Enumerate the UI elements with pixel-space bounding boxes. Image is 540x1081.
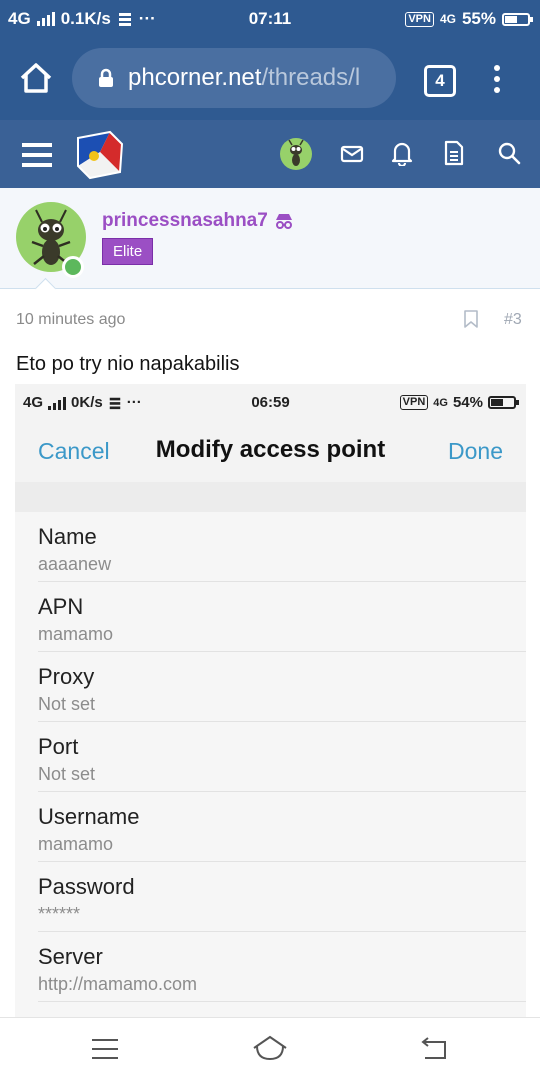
incognito-icon [275,214,292,229]
list-item: Port Not set [38,722,526,792]
screenshot-network-right: 4G [433,396,448,409]
menu-dots-icon[interactable] [490,64,504,94]
list-item: Password ****** [38,862,526,932]
browser-toolbar: phcorner.net/threads/l 4 [0,36,540,120]
username[interactable]: princessnasahna7 [102,210,268,232]
section-gap [15,482,526,512]
search-icon[interactable] [497,141,521,165]
user-title-badge: Elite [102,238,154,265]
lock-icon [99,68,113,87]
attached-screenshot[interactable]: 4G 0K/s ··· 06:59 VPN 4G 54% Modify acce… [15,384,526,1024]
apn-fields-list: Name aaaanew APN mamamo Proxy Not set Port N… [15,512,526,1024]
screenshot-battery-percent: 54% [452,394,483,411]
field-label: Server [38,944,103,969]
hamburger-icon[interactable] [22,142,52,168]
list-item: Proxy Not set [38,652,526,722]
screenshot-status-bar: 4G 0K/s ··· 06:59 VPN 4G 54% [15,384,526,420]
post-author[interactable]: princessnasahna7 [102,210,294,232]
post-message: Eto po try nio napakabilis [16,353,240,375]
field-label: Name [38,524,97,549]
ant-icon [288,139,304,166]
bookmark-icon[interactable] [464,310,478,328]
field-value: http://mamamo.com [38,974,198,994]
post-time[interactable]: 10 minutes ago [16,311,125,329]
site-navbar [0,120,540,188]
user-avatar[interactable] [280,138,312,170]
field-label: Port [38,734,79,759]
site-logo[interactable] [74,128,126,182]
url-text: phcorner.net/threads/l [128,64,360,92]
screenshot-battery-icon [488,396,519,409]
list-item: Name aaaanew [38,512,526,582]
list-item: Username mamamo [38,792,526,862]
screenshot-nav-bar: Modify access point Cancel Done [15,420,526,482]
field-value: ****** [38,904,81,924]
bell-icon[interactable] [391,140,413,166]
post-number[interactable]: #3 [504,311,522,329]
address-bar[interactable]: phcorner.net/threads/l [72,48,396,108]
list-item: Server http://mamamo.com [38,932,526,1002]
status-bar: 4G 0.1K/s ··· 07:11 VPN 4G 55% [0,0,540,36]
recents-icon[interactable] [92,1038,118,1060]
back-icon[interactable] [420,1036,448,1060]
list-item: APN mamamo [38,582,526,652]
battery-icon [502,12,533,26]
mail-icon[interactable] [340,142,364,166]
online-status-icon [62,256,84,278]
post-header: princessnasahna7 Elite [0,188,540,289]
battery-percent: 55% [461,9,496,28]
field-label: Username [38,804,140,829]
nav-home-icon[interactable] [252,1034,288,1062]
cancel-button: Cancel [38,438,110,464]
field-label: Password [38,874,135,899]
field-value: mamamo [38,834,114,854]
network-type-right: 4G [439,12,456,26]
url-host: phcorner.net [128,64,262,91]
url-path: /threads/l [261,64,361,91]
field-value: Not set [38,694,96,714]
screenshot-vpn-icon: VPN [399,395,429,410]
field-label: Proxy [38,664,95,689]
vpn-icon: VPN [405,11,434,27]
field-value: mamamo [38,624,114,644]
tab-switcher-button[interactable]: 4 [424,65,456,97]
home-icon[interactable] [18,60,54,96]
document-icon[interactable] [444,140,464,166]
done-button: Done [448,438,503,464]
field-value: aaaanew [38,554,112,574]
field-value: Not set [38,764,96,784]
system-nav-bar [0,1017,540,1081]
field-label: APN [38,594,84,619]
